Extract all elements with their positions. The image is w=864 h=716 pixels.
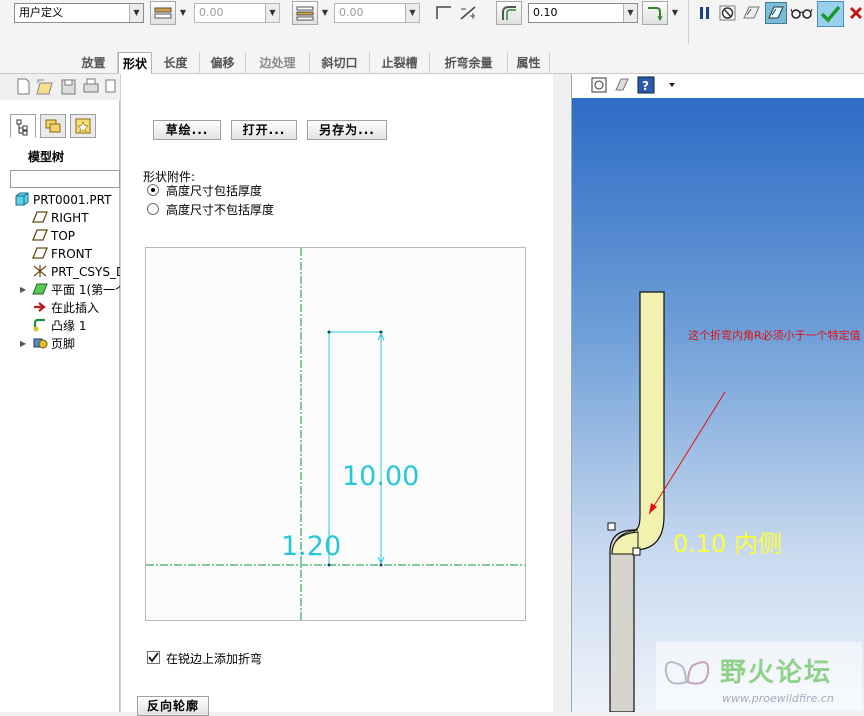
tab-length[interactable]: 长度 xyxy=(152,52,200,74)
radius-side-button[interactable] xyxy=(642,1,668,25)
drag-handle-left xyxy=(607,522,616,531)
tree-item-plane1[interactable]: ▶ 平面 1(第一个 xyxy=(20,281,127,299)
close-icon xyxy=(849,6,863,20)
tab-relief[interactable]: 止裂槽 xyxy=(370,52,430,74)
add-bend-checkbox[interactable] xyxy=(147,651,160,664)
model-view xyxy=(607,291,726,712)
offset-side-button[interactable] xyxy=(292,1,318,25)
thickness-value-field: 0.00 ▼ xyxy=(194,3,280,23)
offset-icon xyxy=(296,6,314,21)
attached-preview-icon[interactable] xyxy=(741,3,763,23)
thickness-icon xyxy=(154,7,172,19)
thickness-side-dropdown[interactable]: ▼ xyxy=(178,1,188,25)
bend-radius-button[interactable] xyxy=(496,1,522,25)
save-icon xyxy=(61,79,76,95)
radius-side-icon xyxy=(648,7,663,22)
bend-radius-icon xyxy=(502,6,516,20)
no-preview-icon[interactable] xyxy=(718,3,738,23)
drag-handle-bend xyxy=(632,547,641,556)
expand-arrow-icon: ▶ xyxy=(20,339,27,348)
radio-exclude-thickness-label: 高度尺寸不包括厚度 xyxy=(166,203,275,217)
flip-profile-button[interactable]: 反向轮廓 xyxy=(137,696,209,716)
footer-icon xyxy=(32,336,48,350)
datum-plane-icon xyxy=(32,228,48,242)
model-tree-panel: 模型树 PRT0001.PRT RIGHT TOP FRONT PRT_CSYS… xyxy=(0,74,127,712)
offset-side-dropdown[interactable]: ▼ xyxy=(320,1,330,25)
model-tree-tab[interactable] xyxy=(10,114,36,138)
glasses-icon[interactable] xyxy=(790,5,814,21)
model-tree-title: 模型树 xyxy=(28,150,65,164)
checkmark-icon xyxy=(820,5,841,23)
shape-sketch-preview: 10.00 1.20 xyxy=(145,247,526,621)
tab-shape[interactable]: 形状 xyxy=(118,52,152,74)
tree-item-part[interactable]: PRT0001.PRT xyxy=(14,191,111,209)
tab-offset[interactable]: 偏移 xyxy=(200,52,246,74)
height-dimension[interactable]: 10.00 xyxy=(342,461,419,492)
new-file-icon xyxy=(17,78,30,95)
sheetmetal-plane-icon xyxy=(32,282,48,296)
tree-item-front[interactable]: FRONT xyxy=(32,245,92,263)
radio-include-thickness-label: 高度尺寸包括厚度 xyxy=(166,184,263,198)
expand-arrow-icon: ▶ xyxy=(20,285,27,294)
favorites-tab[interactable] xyxy=(70,114,96,138)
print-icon xyxy=(83,78,99,93)
tree-item-flange[interactable]: 凸缘 1 xyxy=(32,317,86,335)
copy-icon xyxy=(105,79,116,93)
flange-icon xyxy=(32,318,48,332)
shape-type-select[interactable]: 用户定义 ▼ xyxy=(14,3,144,23)
sketch-canvas xyxy=(146,248,525,620)
tree-filter-field[interactable] xyxy=(10,170,120,188)
pause-icon[interactable] xyxy=(696,3,714,23)
tab-miter-cut[interactable]: 斜切口 xyxy=(310,52,370,74)
save-as-button[interactable]: 另存为... xyxy=(307,120,387,140)
watermark: 野火论坛 www.proewildfire.cn xyxy=(656,642,862,710)
favorites-icon xyxy=(75,118,91,134)
add-bend-label: 在锐边上添加折弯 xyxy=(166,652,263,666)
width-dimension[interactable]: 1.20 xyxy=(281,531,341,562)
folder-icon xyxy=(45,119,61,133)
tree-item-right[interactable]: RIGHT xyxy=(32,209,89,227)
corner-edge-icon[interactable] xyxy=(434,4,454,22)
graphics-window: ? 这个折弯内角R必须小于一个特定值 0.10 内侧 野火论坛 www.proe… xyxy=(571,74,864,712)
tree-item-insert-here[interactable]: 在此插入 xyxy=(32,299,99,317)
tree-item-csys[interactable]: PRT_CSYS_D xyxy=(32,263,125,281)
tree-icon xyxy=(16,119,28,136)
flange-wall xyxy=(633,291,665,551)
tab-edge-treatment: 边处理 xyxy=(246,52,310,74)
verify-preview-icon[interactable] xyxy=(765,2,787,24)
shape-slideup-panel: 草绘... 打开... 另存为... 形状附件: 高度尺寸包括厚度 高度尺寸不包… xyxy=(120,74,553,716)
cancel-button[interactable] xyxy=(848,3,864,23)
flip-dimension-icon[interactable] xyxy=(458,4,478,22)
radio-include-thickness[interactable] xyxy=(147,184,159,196)
bend-radius-label[interactable]: 0.10 内侧 xyxy=(673,524,782,559)
apply-button[interactable] xyxy=(817,1,844,27)
checkbox-check-icon xyxy=(148,652,159,663)
file-toolbar xyxy=(0,74,120,100)
radio-exclude-thickness[interactable] xyxy=(147,203,159,215)
tree-item-footer[interactable]: ▶ 页脚 xyxy=(20,335,75,353)
feature-dashboard: 用户定义 ▼ ▼ 0.00 ▼ ▼ 0.00 ▼ 0.10 ▼ ▼ 放置 形状 … xyxy=(0,0,864,74)
datum-plane-icon xyxy=(32,246,48,260)
annotation-note: 这个折弯内角R必须小于一个特定值 xyxy=(688,329,861,342)
open-button[interactable]: 打开... xyxy=(231,120,297,140)
tab-properties[interactable]: 属性 xyxy=(508,52,550,74)
insert-here-arrow-icon xyxy=(32,300,48,314)
csys-icon xyxy=(32,264,48,278)
offset-value-field: 0.00 ▼ xyxy=(334,3,420,23)
bend-radius-field[interactable]: 0.10 ▼ xyxy=(528,3,638,23)
folder-browser-tab[interactable] xyxy=(40,114,66,138)
datum-plane-icon xyxy=(32,210,48,224)
tab-bend-allowance[interactable]: 折弯余量 xyxy=(430,52,508,74)
butterfly-logo-icon xyxy=(664,661,710,685)
sketch-button[interactable]: 草绘... xyxy=(153,120,221,140)
open-file-icon xyxy=(36,79,53,95)
watermark-title: 野火论坛 xyxy=(720,658,833,688)
tree-item-top[interactable]: TOP xyxy=(32,227,75,245)
base-wall xyxy=(609,529,635,712)
radius-side-dropdown[interactable]: ▼ xyxy=(670,1,680,25)
part-icon xyxy=(14,192,30,206)
thickness-side-button[interactable] xyxy=(150,1,176,25)
tab-placement[interactable]: 放置 xyxy=(70,52,118,74)
watermark-url: www.proewildfire.cn xyxy=(722,692,834,705)
